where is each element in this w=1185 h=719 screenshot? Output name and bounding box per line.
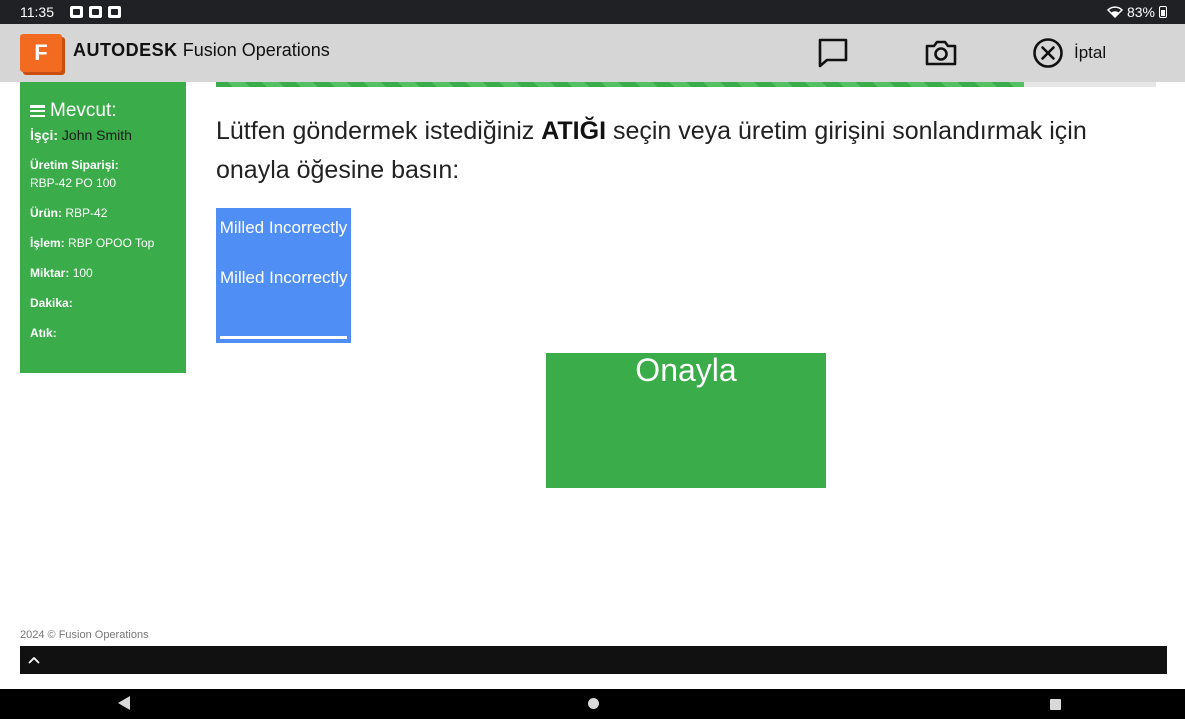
camera-button[interactable] [924, 36, 958, 70]
scrap-label: Atık: [30, 326, 57, 340]
brand-autodesk: AUTODESK [73, 40, 178, 60]
progress-bar-track [1024, 82, 1156, 87]
chevron-up-icon [28, 657, 40, 664]
progress-bar-fill [216, 82, 1024, 87]
operation-row: İşlem: RBP OPOO Top [30, 234, 176, 252]
product-label: Ürün: [30, 206, 62, 220]
battery-icon [1159, 6, 1167, 18]
app-brand: AUTODESK Fusion Operations [73, 40, 330, 61]
scrap-row: Atık: [30, 324, 176, 342]
order-label: Üretim Siparişi: [30, 158, 119, 172]
notification-icons [70, 6, 121, 18]
record-icon [108, 6, 121, 18]
scrap-option-subtitle: Milled Incorrectly [220, 268, 348, 287]
operation-label: İşlem: [30, 236, 65, 250]
home-icon[interactable] [588, 698, 599, 709]
android-navigation-bar [0, 689, 1185, 719]
brand-product: Fusion Operations [182, 40, 330, 60]
operation-value: RBP OPOO Top [68, 236, 155, 250]
worker-row: İşçi: John Smith [30, 126, 176, 144]
quantity-label: Miktar: [30, 266, 70, 280]
scroll-top-button[interactable] [28, 654, 40, 666]
quantity-value: 100 [72, 266, 93, 280]
app-header: F AUTODESK Fusion Operations İptal [0, 24, 1185, 82]
wifi-icon [1106, 6, 1123, 18]
footer-copyright: 2024 © Fusion Operations [20, 629, 149, 641]
product-value: RBP-42 [65, 206, 108, 220]
worker-label: İşçi: [30, 127, 59, 143]
back-icon[interactable] [118, 696, 130, 710]
cancel-button[interactable]: İptal [1032, 36, 1106, 70]
confirm-button[interactable]: Onayla [546, 353, 826, 488]
screen-cast-icon [89, 6, 102, 18]
minutes-label: Dakika: [30, 296, 73, 310]
panel-title-text: Mevcut: [50, 100, 117, 121]
close-circle-icon [1033, 38, 1063, 68]
quantity-row: Miktar: 100 [30, 264, 176, 282]
gallery-icon [70, 6, 83, 18]
worker-value: John Smith [61, 127, 132, 143]
camera-icon [925, 40, 957, 66]
system-status-bar: 11:35 83% [0, 0, 1185, 24]
chat-icon [818, 38, 848, 68]
panel-title: Mevcut: [30, 100, 176, 122]
cancel-label: İptal [1074, 43, 1107, 62]
scrap-option-underline [220, 336, 347, 339]
instruction-emphasis: ATIĞI [541, 117, 607, 145]
fusion-logo: F [20, 34, 62, 72]
scrap-option-title: Milled Incorrectly [219, 218, 348, 237]
status-time: 11:35 [20, 4, 54, 20]
status-right: 83% [1106, 4, 1167, 20]
order-value: RBP-42 PO 100 [30, 176, 117, 190]
confirm-label: Onayla [635, 352, 737, 388]
chat-button[interactable] [816, 36, 850, 70]
instruction-part-1: Lütfen göndermek istediğiniz [216, 117, 542, 145]
menu-icon [30, 105, 45, 117]
battery-percent: 83% [1126, 4, 1155, 20]
product-row: Ürün: RBP-42 [30, 204, 176, 222]
instruction-text: Lütfen göndermek istediğiniz ATIĞI seçin… [216, 112, 1116, 190]
current-info-panel: Mevcut: İşçi: John Smith Üretim Siparişi… [20, 82, 186, 373]
order-row: Üretim Siparişi: RBP-42 PO 100 [30, 156, 176, 192]
footer-bar [20, 646, 1167, 674]
scrap-option-milled-incorrectly[interactable]: Milled Incorrectly Milled Incorrectly [216, 208, 351, 343]
minutes-row: Dakika: [30, 294, 176, 312]
recents-icon[interactable] [1050, 699, 1061, 710]
logo-letter: F [34, 40, 48, 65]
